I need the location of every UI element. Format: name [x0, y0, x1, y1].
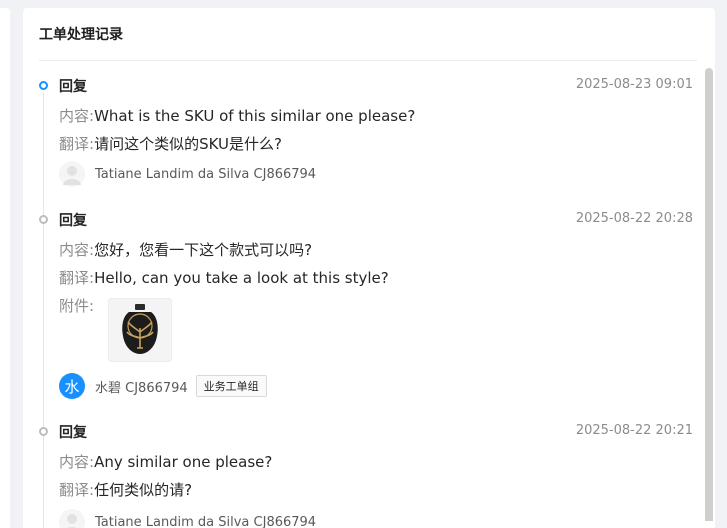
default-avatar-icon [59, 161, 85, 187]
translation-row: 翻译:请问这个类似的SKU是什么? [59, 133, 282, 154]
author-row: Tatiane Landim da Silva CJ866794 [59, 509, 316, 528]
content-row: 内容:您好，您看一下这个款式可以吗? [59, 239, 312, 260]
author-name: 水碧 CJ866794 [95, 377, 188, 396]
right-gutter [715, 0, 727, 521]
timeline-line [43, 93, 44, 528]
translation-value: 任何类似的请? [94, 481, 192, 499]
content-row: 内容:What is the SKU of this similar one p… [59, 105, 415, 126]
content-value: 您好，您看一下这个款式可以吗? [94, 241, 312, 259]
translation-label: 翻译: [59, 269, 94, 287]
entry-timestamp: 2025-08-22 20:28 [576, 211, 693, 226]
timeline-dot-active [39, 81, 48, 90]
panel-title: 工单处理记录 [39, 24, 123, 44]
attachment-label: 附件: [59, 297, 94, 315]
user-avatar: 水 [59, 373, 85, 399]
entry-timestamp: 2025-08-23 09:01 [576, 77, 693, 92]
author-name: Tatiane Landim da Silva CJ866794 [95, 515, 316, 528]
group-tag: 业务工单组 [196, 375, 267, 397]
content-value: Any similar one please? [94, 453, 272, 471]
left-panel-edge [0, 8, 10, 528]
content-value: What is the SKU of this similar one plea… [94, 107, 415, 125]
entry-type: 回复 [59, 422, 87, 442]
content-row: 内容:Any similar one please? [59, 451, 272, 472]
author-row: 水 水碧 CJ866794 业务工单组 [59, 373, 267, 399]
translation-row: 翻译:Hello, can you take a look at this st… [59, 267, 389, 288]
entry-type: 回复 [59, 210, 87, 230]
author-name: Tatiane Landim da Silva CJ866794 [95, 167, 316, 182]
scrollbar[interactable] [705, 68, 713, 521]
attachment-thumbnail[interactable] [108, 298, 172, 362]
translation-value: Hello, can you take a look at this style… [94, 269, 389, 287]
attachment-row: 附件: [59, 295, 94, 316]
ticket-log-panel: 工单处理记录 回复 2025-08-23 09:01 内容:What is th… [23, 8, 715, 528]
content-label: 内容: [59, 107, 94, 125]
translation-label: 翻译: [59, 481, 94, 499]
author-row: Tatiane Landim da Silva CJ866794 [59, 161, 316, 187]
content-label: 内容: [59, 453, 94, 471]
entry-type: 回复 [59, 76, 87, 96]
content-label: 内容: [59, 241, 94, 259]
translation-row: 翻译:任何类似的请? [59, 479, 192, 500]
product-photo-icon [115, 302, 165, 358]
translation-value: 请问这个类似的SKU是什么? [94, 135, 282, 153]
translation-label: 翻译: [59, 135, 94, 153]
title-divider [39, 60, 697, 61]
timeline-dot [39, 215, 48, 224]
timeline-dot [39, 427, 48, 436]
default-avatar-icon [59, 509, 85, 528]
entry-timestamp: 2025-08-22 20:21 [576, 423, 693, 438]
